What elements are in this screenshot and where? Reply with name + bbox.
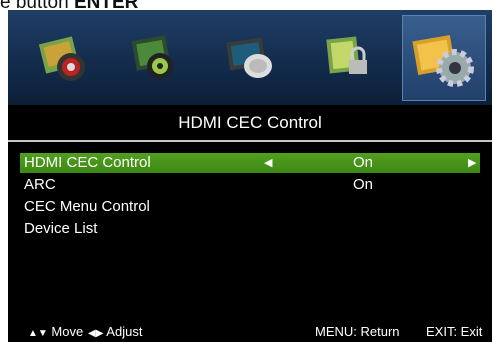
- tab-channel[interactable]: [220, 22, 282, 92]
- channel-icon: [226, 37, 272, 78]
- menu-item-label: ARC: [24, 176, 56, 193]
- menu-item-cec-menu-control[interactable]: CEC Menu Control: [20, 197, 480, 217]
- lock-icon: [326, 36, 367, 74]
- menu-item-device-list[interactable]: Device List: [20, 219, 480, 239]
- arrow-right-icon[interactable]: ▶: [468, 153, 476, 173]
- setup-gear-icon: [412, 34, 474, 87]
- menu-item-value: On: [353, 176, 374, 193]
- menu-tab-bar: [8, 10, 492, 105]
- menu-item-value: On: [353, 154, 374, 171]
- tab-sound[interactable]: [124, 22, 186, 92]
- menu-return-hint: MENU: Return: [315, 324, 400, 339]
- tab-picture[interactable]: [34, 22, 96, 92]
- menu-item-label: CEC Menu Control: [24, 198, 150, 215]
- exit-hint: EXIT: Exit: [426, 324, 483, 339]
- sound-icon: [131, 35, 173, 79]
- menu-title: HDMI CEC Control: [178, 113, 322, 132]
- up-down-icon: ▲▼: [28, 328, 48, 339]
- tab-setup[interactable]: [402, 15, 486, 101]
- picture-icon: [38, 36, 85, 81]
- menu-panel: HDMI CEC Control HDMI CEC Control ◀ On ▶…: [8, 105, 492, 342]
- left-right-icon: ◀▶: [88, 328, 104, 339]
- menu-footer: ▲▼ Move ◀▶ Adjust MENU: Return EXIT: Exi…: [8, 322, 492, 342]
- adjust-hint: ◀▶ Adjust: [88, 324, 143, 339]
- move-hint: ▲▼ Move: [28, 324, 84, 339]
- arrow-left-icon[interactable]: ◀: [264, 153, 272, 173]
- title-divider: [8, 140, 492, 142]
- tab-lock[interactable]: [318, 22, 380, 92]
- menu-item-arc[interactable]: ARC On: [20, 175, 480, 195]
- menu-item-label: HDMI CEC Control: [24, 154, 151, 171]
- menu-item-hdmi-cec-control[interactable]: HDMI CEC Control ◀ On ▶: [20, 153, 480, 173]
- menu-item-label: Device List: [24, 220, 98, 237]
- osd-menu: HDMI CEC Control HDMI CEC Control ◀ On ▶…: [8, 10, 492, 342]
